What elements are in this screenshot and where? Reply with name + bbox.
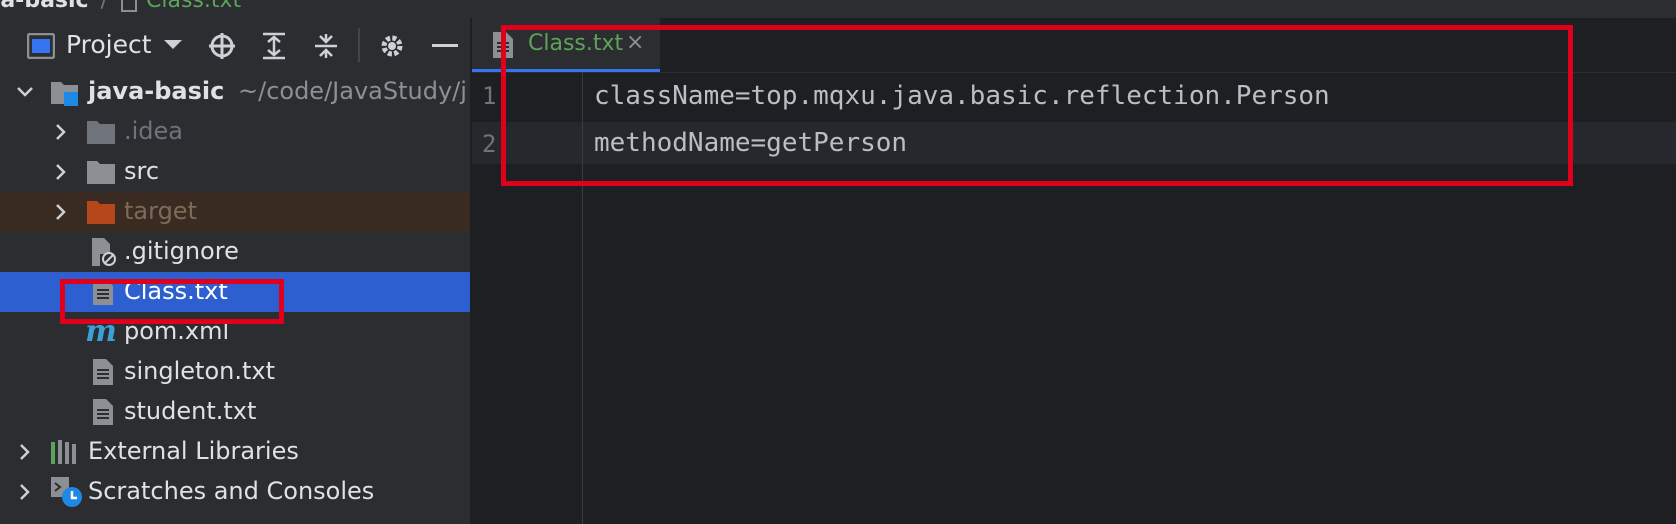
locate-icon[interactable] [207,31,237,61]
tree-item-label: Class.txt [124,277,228,305]
tree-item-label: External Libraries [88,437,299,465]
excluded-folder-icon [86,197,116,227]
line-number: 2 [482,130,497,158]
scratches-icon [50,475,84,509]
toolbar-separator [358,28,360,62]
ignore-file-icon [88,237,118,267]
tree-item-label: pom.xml [124,317,230,345]
breadcrumb-project[interactable]: va-basic [0,0,89,12]
chevron-down-icon[interactable] [162,36,184,54]
folder-icon [86,157,116,187]
breadcrumb-file[interactable]: Class.txt [120,0,241,12]
chevron-right-icon[interactable] [14,481,36,503]
tree-scratches-consoles[interactable]: Scratches and Consoles [0,472,470,512]
tree-item-src[interactable]: src [0,152,470,192]
line-number: 1 [482,82,497,110]
tree-item-label: .gitignore [124,237,239,265]
breadcrumb-file-label: Class.txt [146,0,242,13]
tree-root-java-basic[interactable]: java-basic ~/code/JavaStudy/j [0,72,470,112]
gear-icon[interactable] [377,31,407,61]
tree-item-label: target [124,197,197,225]
editor-tab-bar: Class.txt × [472,18,1676,73]
tree-item-singleton-txt[interactable]: singleton.txt [0,352,470,392]
maven-file-icon: m [84,317,118,347]
code-line[interactable]: methodName=getPerson [594,128,907,158]
tree-item-label: singleton.txt [124,357,276,385]
chevron-right-icon[interactable] [14,441,36,463]
minimize-icon[interactable] [430,31,460,61]
chevron-down-icon[interactable] [14,81,36,103]
chevron-right-icon[interactable] [50,161,72,183]
editor: Class.txt × 1 2 className=top.mqxu.java.… [472,18,1676,524]
tree-item-class-txt[interactable]: Class.txt [0,272,470,312]
libraries-icon [50,437,80,467]
text-file-icon [88,357,118,387]
breadcrumb-separator: / [100,0,109,13]
project-view-label[interactable]: Project [66,30,152,59]
chevron-right-icon[interactable] [50,121,72,143]
tree-item-label: src [124,157,160,185]
tree-item-label: Scratches and Consoles [88,477,375,505]
tab-label: Class.txt [528,31,624,56]
tree-item-label: .idea [124,117,184,145]
project-toolbar: Project [0,18,470,72]
code-line[interactable]: className=top.mqxu.java.basic.reflection… [594,81,1330,111]
chevron-right-icon[interactable] [50,201,72,223]
text-file-icon [492,31,514,63]
collapse-all-icon[interactable] [311,31,341,61]
tree-item-pom-xml[interactable]: m pom.xml [0,312,470,352]
text-file-icon [88,397,118,427]
tree-item-target[interactable]: target [0,192,470,232]
tree-external-libraries[interactable]: External Libraries [0,432,470,472]
tree-root-label: java-basic [88,77,225,105]
module-folder-icon [50,77,80,107]
folder-icon [86,117,116,147]
project-view-icon[interactable] [26,31,56,61]
tree-item-label: student.txt [124,397,257,425]
expand-all-icon[interactable] [259,31,289,61]
tree-item-idea[interactable]: .idea [0,112,470,152]
close-icon[interactable]: × [626,30,644,55]
tree-root-path: ~/code/JavaStudy/j [238,77,467,105]
tree-item-student-txt[interactable]: student.txt [0,392,470,432]
gutter-separator [582,72,583,524]
maven-glyph: m [85,314,117,349]
project-panel: Project java-basic ~/code/JavaStudy/j .i… [0,18,470,524]
text-file-icon [88,277,118,307]
breadcrumb: va-basic / Class.txt [0,0,1676,18]
tree-item-gitignore[interactable]: .gitignore [0,232,470,272]
tab-class-txt[interactable]: Class.txt × [472,18,660,72]
text-file-icon [121,0,138,12]
